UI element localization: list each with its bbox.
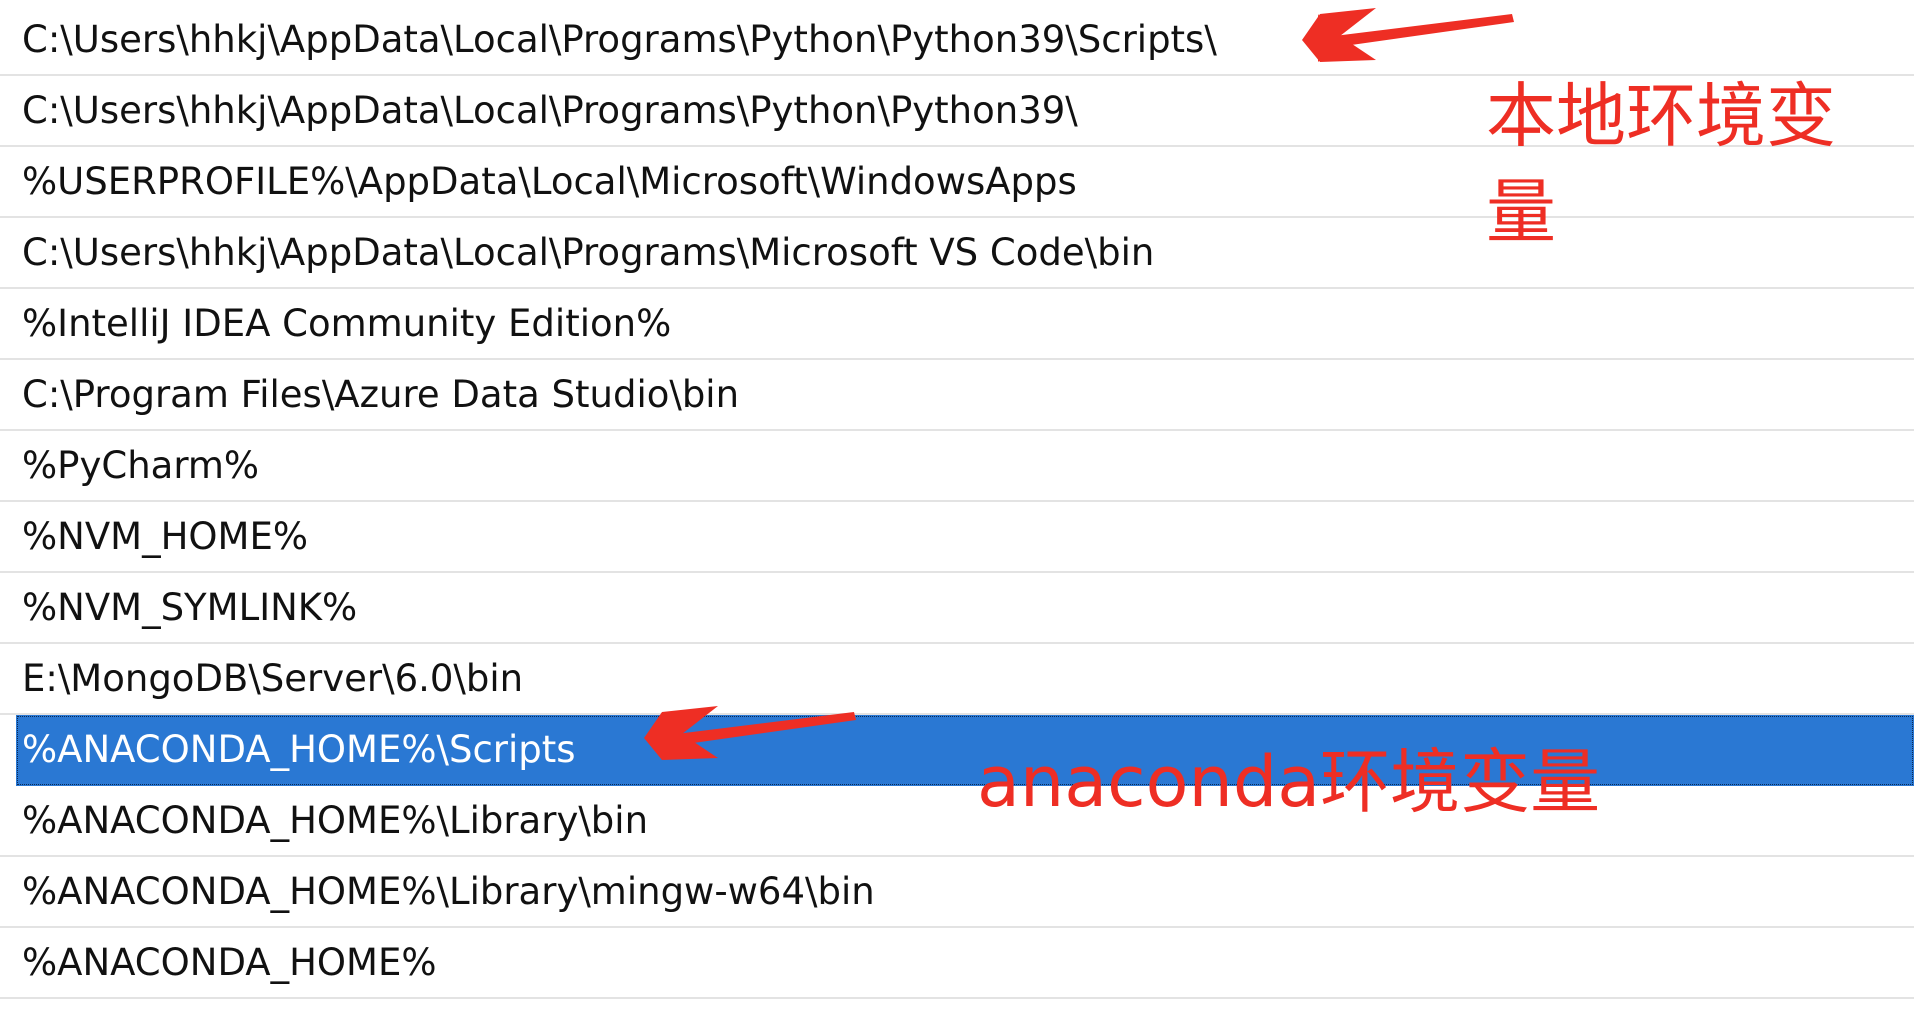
path-entry[interactable]: %NVM_HOME% [0,502,1914,573]
path-entry[interactable]: %PyCharm% [0,431,1914,502]
path-entry[interactable]: %ANACONDA_HOME%\Library\bin [0,786,1914,857]
path-entry[interactable]: %ANACONDA_HOME%\Library\mingw-w64\bin [0,857,1914,928]
anaconda-env-annotation: anaconda环境变量 [977,741,1601,823]
path-entry-selected[interactable]: %ANACONDA_HOME%\Scripts [16,715,1914,786]
local-env-annotation: 本地环境变量 [1486,75,1836,253]
path-entry[interactable]: C:\Users\hhkj\AppData\Local\Programs\Pyt… [0,5,1914,76]
path-entry[interactable]: %IntelliJ IDEA Community Edition% [0,289,1914,360]
path-entry[interactable]: E:\MongoDB\Server\6.0\bin [0,644,1914,715]
env-path-editor: C:\Users\hhkj\AppData\Local\Programs\Pyt… [0,0,1914,1026]
path-entry[interactable]: %NVM_SYMLINK% [0,573,1914,644]
path-entry[interactable]: %ANACONDA_HOME% [0,928,1914,999]
path-entry[interactable]: C:\Program Files\Azure Data Studio\bin [0,360,1914,431]
